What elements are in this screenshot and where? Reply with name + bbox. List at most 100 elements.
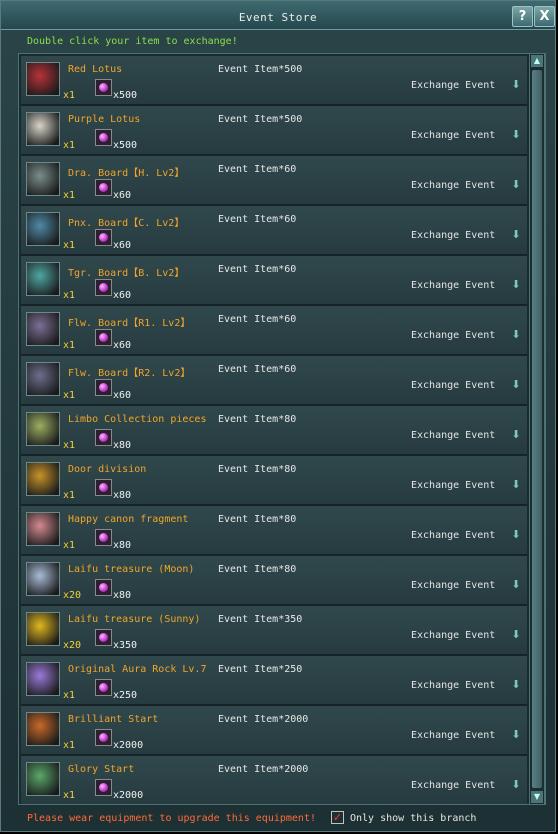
item-name: Dra. Board【H. Lv2】 xyxy=(68,168,185,179)
event-token-icon xyxy=(95,479,112,496)
item-icon[interactable] xyxy=(26,762,60,796)
exchange-arrow-icon[interactable]: ⬇ xyxy=(509,78,523,92)
exchange-event-label[interactable]: Exchange Event xyxy=(411,380,495,391)
exchange-arrow-icon[interactable]: ⬇ xyxy=(509,678,523,692)
item-row[interactable]: x1 Original Aura Rock Lv.7 Event Item*250 x… xyxy=(21,656,527,706)
item-price: Event Item*60 xyxy=(218,164,297,175)
exchange-event-label[interactable]: Exchange Event xyxy=(411,730,495,741)
token-count: x80 xyxy=(113,490,132,501)
token-count: x2000 xyxy=(113,790,144,801)
item-icon[interactable] xyxy=(26,312,60,346)
item-icon[interactable] xyxy=(26,412,60,446)
item-row[interactable]: x1 Flw. Board【R2. Lv2】 Event Item*60 x60 Exc… xyxy=(21,356,527,406)
item-icon[interactable] xyxy=(26,112,60,146)
exchange-event-label[interactable]: Exchange Event xyxy=(411,330,495,341)
scroll-up-button[interactable]: ▲ xyxy=(531,55,543,67)
item-row[interactable]: x1 Purple Lotus Event Item*500 x500 Exchange… xyxy=(21,106,527,156)
title-bar[interactable]: Event Store ? X xyxy=(1,1,555,30)
item-row[interactable]: x1 Door division Event Item*80 x80 Exchange … xyxy=(21,456,527,506)
item-name: Flw. Board【R1. Lv2】 xyxy=(68,318,191,329)
exchange-event-label[interactable]: Exchange Event xyxy=(411,780,495,791)
exchange-arrow-icon[interactable]: ⬇ xyxy=(509,428,523,442)
exchange-arrow-icon[interactable]: ⬇ xyxy=(509,378,523,392)
item-icon[interactable] xyxy=(26,212,60,246)
item-icon[interactable] xyxy=(26,262,60,296)
event-token-icon xyxy=(95,679,112,696)
item-row[interactable]: x1 Happy canon fragment Event Item*80 x80 Ex… xyxy=(21,506,527,556)
exchange-event-label[interactable]: Exchange Event xyxy=(411,530,495,541)
item-row[interactable]: x1 Brilliant Start Event Item*2000 x2000 Exc… xyxy=(21,706,527,756)
item-row[interactable]: x20 Laifu treasure (Sunny) Event Item*350 x… xyxy=(21,606,527,656)
item-icon[interactable] xyxy=(26,462,60,496)
only-show-branch-label[interactable]: Only show this branch xyxy=(350,813,476,824)
token-count: x60 xyxy=(113,190,132,201)
item-row[interactable]: x1 Dra. Board【H. Lv2】 Event Item*60 x60 Exch… xyxy=(21,156,527,206)
token-count: x80 xyxy=(113,440,132,451)
exchange-arrow-icon[interactable]: ⬇ xyxy=(509,478,523,492)
item-quantity: x1 xyxy=(63,740,76,751)
item-icon[interactable] xyxy=(26,712,60,746)
item-row[interactable]: x1 Tgr. Board【B. Lv2】 Event Item*60 x60 Exch… xyxy=(21,256,527,306)
item-row[interactable]: x1 Limbo Collection pieces Event Item*80 x8… xyxy=(21,406,527,456)
event-token-icon xyxy=(95,629,112,646)
scroll-down-button[interactable]: ▼ xyxy=(531,791,543,803)
event-store-window: Event Store ? X Double click your item t… xyxy=(0,0,556,832)
item-icon[interactable] xyxy=(26,512,60,546)
exchange-arrow-icon[interactable]: ⬇ xyxy=(509,778,523,792)
item-row[interactable]: x20 Laifu treasure (Moon) Event Item*80 x80… xyxy=(21,556,527,606)
scrollbar[interactable]: ▲ ▼ xyxy=(529,53,545,805)
event-token-icon xyxy=(95,329,112,346)
item-price: Event Item*60 xyxy=(218,264,297,275)
item-icon[interactable] xyxy=(26,612,60,646)
item-name: Flw. Board【R2. Lv2】 xyxy=(68,368,191,379)
item-icon[interactable] xyxy=(26,362,60,396)
item-row[interactable]: x1 Pnx. Board【C. Lv2】 Event Item*60 x60 Exch… xyxy=(21,206,527,256)
exchange-arrow-icon[interactable]: ⬇ xyxy=(509,528,523,542)
exchange-event-label[interactable]: Exchange Event xyxy=(411,580,495,591)
exchange-event-label[interactable]: Exchange Event xyxy=(411,230,495,241)
token-count: x60 xyxy=(113,340,132,351)
window-title: Event Store xyxy=(238,11,318,24)
exchange-arrow-icon[interactable]: ⬇ xyxy=(509,178,523,192)
item-price: Event Item*60 xyxy=(218,364,297,375)
exchange-event-label[interactable]: Exchange Event xyxy=(411,680,495,691)
item-quantity: x1 xyxy=(63,790,76,801)
item-name: Tgr. Board【B. Lv2】 xyxy=(68,268,185,279)
exchange-arrow-icon[interactable]: ⬇ xyxy=(509,328,523,342)
item-icon[interactable] xyxy=(26,662,60,696)
exchange-event-label[interactable]: Exchange Event xyxy=(411,630,495,641)
item-row[interactable]: x1 Glory Start Event Item*2000 x2000 Exchang… xyxy=(21,756,527,804)
scroll-thumb[interactable] xyxy=(532,70,542,788)
exchange-arrow-icon[interactable]: ⬇ xyxy=(509,278,523,292)
item-row[interactable]: x1 Red Lotus Event Item*500 x500 Exchange Ev… xyxy=(21,56,527,106)
item-icon[interactable] xyxy=(26,562,60,596)
item-name: Purple Lotus xyxy=(68,114,141,125)
exchange-arrow-icon[interactable]: ⬇ xyxy=(509,578,523,592)
item-row[interactable]: x1 Flw. Board【R1. Lv2】 Event Item*60 x60 Exc… xyxy=(21,306,527,356)
item-icon[interactable] xyxy=(26,162,60,196)
exchange-event-label[interactable]: Exchange Event xyxy=(411,180,495,191)
close-button[interactable]: X xyxy=(534,6,555,27)
item-icon[interactable] xyxy=(26,62,60,96)
item-price: Event Item*2000 xyxy=(218,764,309,775)
help-button[interactable]: ? xyxy=(512,6,533,27)
item-name: Door division xyxy=(68,464,147,475)
token-count: x500 xyxy=(113,90,138,101)
exchange-arrow-icon[interactable]: ⬇ xyxy=(509,728,523,742)
exchange-arrow-icon[interactable]: ⬇ xyxy=(509,628,523,642)
exchange-arrow-icon[interactable]: ⬇ xyxy=(509,228,523,242)
exchange-event-label[interactable]: Exchange Event xyxy=(411,480,495,491)
event-token-icon xyxy=(95,79,112,96)
only-show-branch-checkbox[interactable]: ✓ xyxy=(331,811,344,824)
exchange-event-label[interactable]: Exchange Event xyxy=(411,280,495,291)
exchange-event-label[interactable]: Exchange Event xyxy=(411,130,495,141)
equipment-warning: Please wear equipment to upgrade this eq… xyxy=(27,813,316,824)
item-name: Red Lotus xyxy=(68,64,123,75)
exchange-event-label[interactable]: Exchange Event xyxy=(411,80,495,91)
exchange-arrow-icon[interactable]: ⬇ xyxy=(509,128,523,142)
event-token-icon xyxy=(95,379,112,396)
item-quantity: x1 xyxy=(63,690,76,701)
item-price: Event Item*250 xyxy=(218,664,303,675)
token-count: x60 xyxy=(113,390,132,401)
exchange-event-label[interactable]: Exchange Event xyxy=(411,430,495,441)
